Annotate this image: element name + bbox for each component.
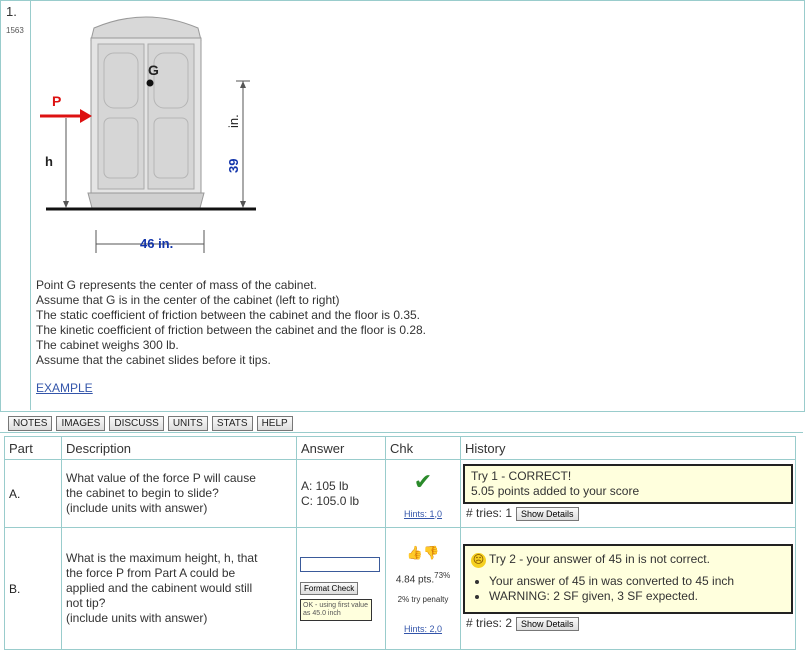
problem-line: Assume that the cabinet slides before it… — [36, 353, 271, 367]
units-button[interactable]: UNITS — [167, 416, 208, 431]
stats-button[interactable]: STATS — [211, 416, 253, 431]
problem-line: The cabinet weighs 300 lb. — [36, 338, 179, 352]
description-line: (include units with answer) — [66, 611, 208, 625]
points-percent: 73% — [434, 570, 451, 580]
problem-line: The kinetic coefficient of friction betw… — [36, 323, 427, 337]
description-cell: What value of the force P will cause the… — [61, 459, 297, 528]
answer-cell: A: 105 lb C: 105.0 lb — [296, 459, 386, 528]
header-part: Part — [4, 436, 62, 460]
answer-correct: C: 105.0 lb — [301, 493, 360, 508]
format-check-button[interactable]: Format Check — [300, 581, 359, 595]
example-link[interactable]: EXAMPLE — [36, 381, 93, 395]
cabinet-figure: G P h 39 in. 46 in. — [40, 16, 256, 253]
part-label: A. — [4, 459, 62, 528]
discuss-button[interactable]: DISCUSS — [109, 416, 164, 431]
format-ok-message: OK - using first value as 45.0 inch — [300, 598, 372, 621]
checkmark-icon: ✔ — [413, 468, 433, 494]
hints-link[interactable]: Hints: 1,0 — [386, 509, 460, 519]
notes-button[interactable]: NOTES — [8, 416, 53, 431]
description-line: the cabinet to begin to slide? — [66, 486, 219, 500]
table-row: A. What value of the force P will cause … — [4, 459, 796, 528]
description-line: (include units with answer) — [66, 501, 208, 515]
answer-input[interactable] — [300, 556, 380, 572]
force-label: P — [52, 93, 61, 109]
history-bullet: Your answer of 45 in was converted to 45… — [489, 574, 785, 589]
history-cell: Try 1 - CORRECT! 5.05 points added to yo… — [460, 459, 796, 528]
header-chk: Chk — [385, 436, 461, 460]
cabinet-image — [87, 16, 205, 209]
height-h-label: h — [45, 154, 53, 169]
description-line: applied and the cabinent would still — [66, 581, 253, 595]
height-dim-value: 39 — [226, 159, 241, 173]
history-box: ☹ Try 2 - your answer of 45 in is not cor… — [463, 544, 793, 614]
history-box: Try 1 - CORRECT! 5.05 points added to yo… — [463, 464, 793, 504]
hints-link[interactable]: Hints: 2,0 — [386, 624, 460, 634]
force-arrowhead — [80, 109, 92, 123]
thumbs-down-icon: 👎 — [423, 544, 440, 560]
problem-line: Point G represents the center of mass of… — [36, 278, 317, 292]
history-status: Try 1 - CORRECT! — [471, 469, 572, 483]
history-status: Try 2 - your answer of 45 in is not corr… — [489, 552, 710, 566]
header-history: History — [460, 436, 796, 460]
width-dim-label: 46 in. — [140, 236, 173, 251]
description-line: What is the maximum height, h, that — [66, 551, 258, 565]
question-id: 1563 — [6, 26, 24, 35]
check-cell: ✔ Hints: 1,0 — [385, 459, 461, 528]
thumbs-up-icon: 👍 — [406, 544, 423, 560]
table-row: B. What is the maximum height, h, that t… — [4, 527, 796, 650]
show-details-button[interactable]: Show Details — [516, 507, 579, 521]
toolbar: NOTES IMAGES DISCUSS UNITS STATS HELP — [8, 416, 293, 431]
help-button[interactable]: HELP — [256, 416, 293, 431]
header-answer: Answer — [296, 436, 386, 460]
description-cell: What is the maximum height, h, that the … — [61, 527, 297, 650]
parts-table: Part Description Answer Chk History A. W… — [4, 436, 796, 650]
problem-statement: Point G represents the center of mass of… — [36, 278, 426, 368]
try-penalty: 2% try penalty — [397, 595, 449, 605]
thumbs-icons: 👍👎 — [386, 545, 460, 561]
history-bullet: WARNING: 2 SF given, 3 SF expected. — [489, 589, 785, 604]
description-line: not tip? — [66, 596, 106, 610]
history-cell: ☹ Try 2 - your answer of 45 in is not cor… — [460, 527, 796, 650]
question-number: 1. — [6, 4, 17, 19]
answer-given: A: 105 lb — [301, 478, 349, 493]
show-details-button[interactable]: Show Details — [516, 617, 579, 631]
points-value: 4.84 pts. — [395, 574, 435, 586]
tries-count: # tries: 1 — [466, 506, 513, 520]
question-number-column: 1. 1563 — [0, 0, 31, 410]
tries-count: # tries: 2 — [466, 616, 513, 630]
sad-face-icon: ☹ — [471, 553, 486, 568]
problem-line: The static coefficient of friction betwe… — [36, 308, 421, 322]
problem-line: Assume that G is in the center of the ca… — [36, 293, 340, 307]
table-header-row: Part Description Answer Chk History — [4, 436, 796, 460]
images-button[interactable]: IMAGES — [56, 416, 106, 431]
answer-cell: Format Check OK - using first value as 4… — [296, 527, 386, 650]
check-cell: 👍👎 4.84 pts.73% 2% try penalty Hints: 2,… — [385, 527, 461, 650]
description-line: the force P from Part A could be — [66, 566, 236, 580]
header-description: Description — [61, 436, 297, 460]
description-line: What value of the force P will cause — [66, 471, 256, 485]
height-dim-unit: in. — [226, 114, 241, 128]
part-label: B. — [4, 527, 62, 650]
center-of-mass-dot — [146, 79, 154, 87]
cg-label: G — [148, 62, 159, 78]
history-points: 5.05 points added to your score — [471, 484, 640, 498]
